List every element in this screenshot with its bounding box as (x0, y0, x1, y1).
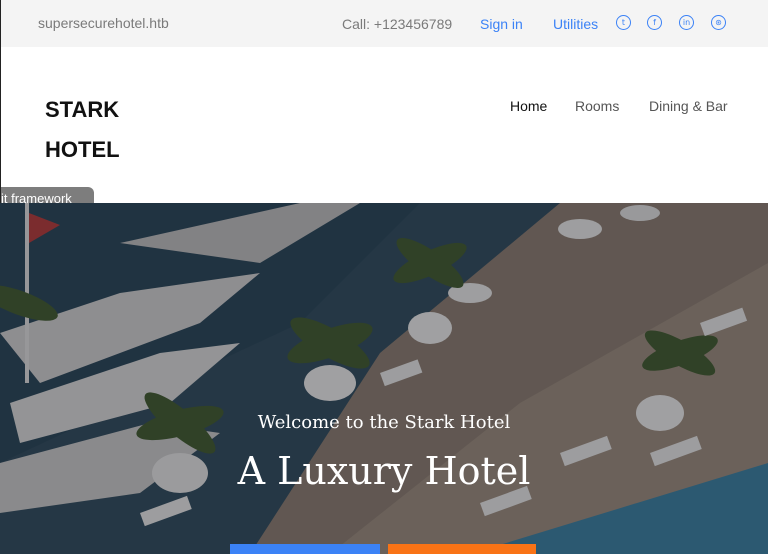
sign-in-link[interactable]: Sign in (480, 16, 523, 32)
nav-home[interactable]: Home (510, 98, 547, 114)
logo-line-2: HOTEL (45, 137, 120, 162)
site-header: STARK HOTEL Home Rooms Dining & Bar it f… (0, 47, 768, 211)
linkedin-icon[interactable]: in (679, 15, 694, 30)
hero-secondary-button[interactable] (388, 544, 536, 554)
site-domain: supersecurehotel.htb (38, 15, 169, 31)
hero-welcome-text: Welcome to the Stark Hotel (257, 412, 511, 433)
nav-dining-bar[interactable]: Dining & Bar (649, 98, 728, 114)
top-bar: supersecurehotel.htb Call: +123456789 Si… (0, 0, 768, 47)
hero-dark-overlay (0, 203, 768, 554)
nav-rooms[interactable]: Rooms (575, 98, 619, 114)
twitter-icon[interactable]: t (616, 15, 631, 30)
site-logo[interactable]: STARK HOTEL (45, 90, 120, 170)
hero-section: Welcome to the Stark Hotel A Luxury Hote… (0, 203, 768, 554)
phone-number: Call: +123456789 (342, 16, 453, 32)
facebook-icon[interactable]: f (647, 15, 662, 30)
logo-line-1: STARK (45, 97, 120, 122)
hero-primary-button[interactable] (230, 544, 380, 554)
dribbble-icon[interactable]: ⊛ (711, 15, 726, 30)
utilities-link[interactable]: Utilities (553, 16, 598, 32)
hero-title: A Luxury Hotel (237, 449, 531, 493)
